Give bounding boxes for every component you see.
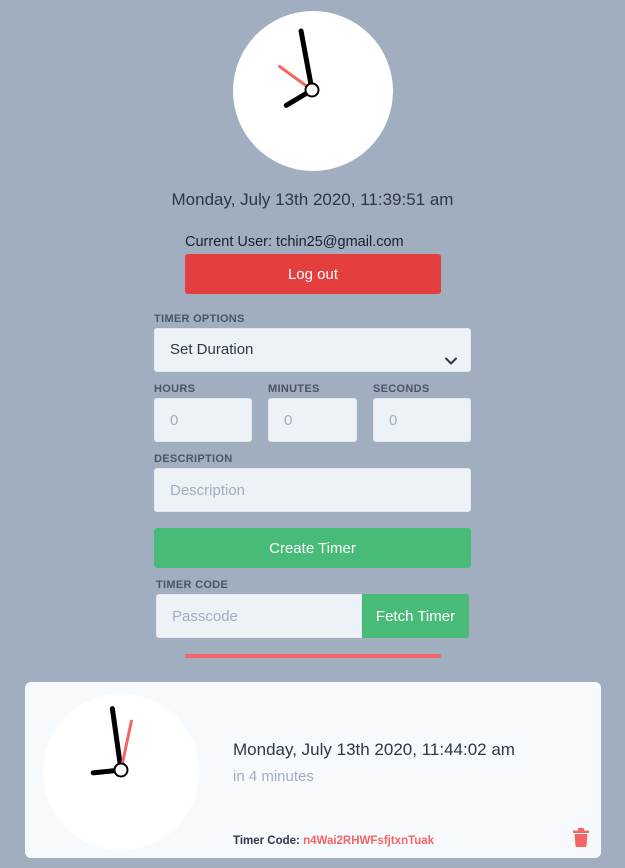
hour-hand: [298, 28, 315, 93]
description-label: DESCRIPTION: [154, 453, 233, 465]
timer-code-value: n4Wai2RHWFsfjtxnTuak: [303, 835, 435, 847]
timer-code-label: Timer Code:: [233, 835, 300, 847]
seconds-label: SECONDS: [373, 383, 430, 395]
minutes-label: MINUTES: [268, 383, 320, 395]
timer-code: Timer Code: n4Wai2RHWFsfjtxnTuak: [233, 835, 434, 847]
second-hand: [119, 719, 133, 772]
hour-hand: [109, 706, 124, 773]
timer-options-selected: Set Duration: [170, 341, 254, 358]
current-datetime: Monday, July 13th 2020, 11:39:51 am: [171, 190, 454, 209]
hours-input[interactable]: [154, 398, 252, 442]
current-time-clock: [233, 11, 393, 171]
clock-face: [90, 706, 133, 778]
trash-icon[interactable]: [573, 828, 589, 852]
create-timer-button[interactable]: Create Timer: [154, 528, 471, 568]
timer-code-label: TIMER CODE: [156, 579, 229, 591]
chevron-down-icon: [444, 343, 458, 385]
section-divider: [185, 654, 441, 658]
minutes-input[interactable]: [268, 398, 357, 442]
clock-face: [278, 28, 320, 108]
description-input[interactable]: [154, 468, 471, 512]
timer-card: Monday, July 13th 2020, 11:44:02 am in 4…: [25, 682, 601, 858]
timer-relative-time: in 4 minutes: [233, 768, 314, 785]
fetch-timer-button[interactable]: Fetch Timer: [362, 594, 469, 638]
clock-center: [113, 762, 129, 778]
passcode-input[interactable]: [156, 594, 362, 638]
logout-button[interactable]: Log out: [185, 254, 441, 294]
hours-label: HOURS: [154, 383, 196, 395]
timer-clock: [43, 694, 199, 850]
clock-center: [304, 82, 320, 98]
seconds-input[interactable]: [373, 398, 471, 442]
timer-datetime: Monday, July 13th 2020, 11:44:02 am: [233, 740, 515, 759]
timer-options-label: TIMER OPTIONS: [154, 313, 245, 325]
current-user-label: Current User: tchin25@gmail.com: [185, 234, 404, 250]
timer-options-select[interactable]: Set Duration: [154, 328, 471, 372]
